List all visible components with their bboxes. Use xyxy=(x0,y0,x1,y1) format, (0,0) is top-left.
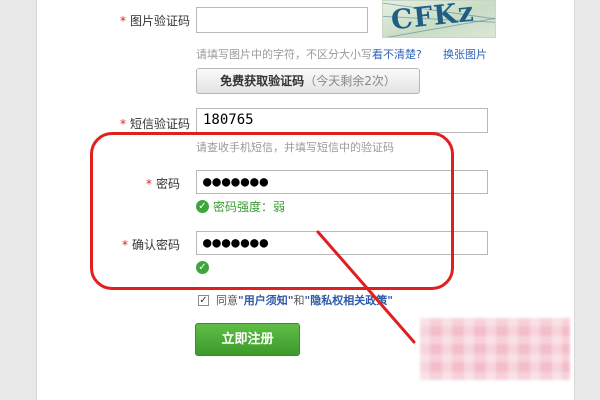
confirm-password-label-text: 确认密码 xyxy=(131,238,180,252)
captcha-image[interactable]: CFKz xyxy=(382,0,496,38)
password-input[interactable]: ●●●●●●● xyxy=(196,170,488,194)
captcha-label: * 图片验证码 xyxy=(100,12,190,29)
unclear-link[interactable]: 看不清楚? xyxy=(372,46,422,62)
required-mark: * xyxy=(121,238,128,252)
check-circle-icon: ✓ xyxy=(196,261,209,274)
blurred-watermark xyxy=(420,318,570,380)
password-strength: 密码强度：弱 xyxy=(213,200,286,214)
captcha-label-text: 图片验证码 xyxy=(129,14,190,28)
sms-button-label: 免费获取验证码 xyxy=(220,74,305,88)
password-label-text: 密码 xyxy=(155,177,180,191)
sms-button-remaining: （今天剩余2次） xyxy=(304,74,396,88)
sms-code-label: * 短信验证码 xyxy=(100,115,190,132)
sms-code-hint: 请查收手机短信，并填写短信中的验证码 xyxy=(196,141,394,154)
right-background xyxy=(574,0,600,400)
sms-code-input[interactable]: 180765 xyxy=(196,108,488,133)
change-image-link[interactable]: 换张图片 xyxy=(443,46,487,62)
captcha-image-text: CFKz xyxy=(389,0,476,37)
agreement-prefix: 同意 xyxy=(216,294,238,307)
agreement-and: 和 xyxy=(293,294,305,307)
agreement-checkbox[interactable]: ✓ xyxy=(198,295,209,306)
check-circle-icon: ✓ xyxy=(196,200,209,213)
confirm-password-label: * 确认密码 xyxy=(100,236,180,253)
captcha-input[interactable] xyxy=(196,7,368,33)
sms-code-label-text: 短信验证码 xyxy=(129,117,190,131)
required-mark: * xyxy=(119,14,126,28)
privacy-link[interactable]: "隐私权相关政策" xyxy=(304,294,392,307)
confirm-password-input[interactable]: ●●●●●●● xyxy=(196,231,488,255)
terms-link[interactable]: "用户须知" xyxy=(238,294,293,307)
get-sms-code-button[interactable]: 免费获取验证码（今天剩余2次） xyxy=(196,68,420,94)
left-background xyxy=(0,0,37,400)
agreement-text: 同意"用户须知"和"隐私权相关政策" xyxy=(216,292,393,308)
required-mark: * xyxy=(145,177,152,191)
register-button[interactable]: 立即注册 xyxy=(195,323,300,356)
password-label: * 密码 xyxy=(100,175,180,192)
captcha-hint: 请填写图片中的字符，不区分大小写 xyxy=(196,46,372,62)
required-mark: * xyxy=(119,117,126,131)
captcha-hint-text: 请填写图片中的字符，不区分大小写 xyxy=(196,48,372,61)
